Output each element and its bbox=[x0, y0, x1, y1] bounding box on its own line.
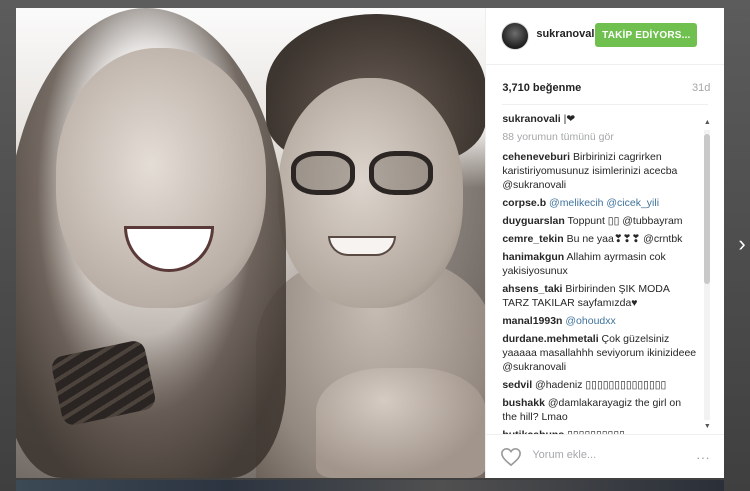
list-item: manal1993n @ohoudxx bbox=[502, 314, 698, 328]
scroll-down-icon[interactable]: ▼ bbox=[702, 422, 712, 432]
likes-row: 3,710 beğenme 31d bbox=[486, 78, 724, 98]
post-header: sukranovali TAKİP EDİYORS... bbox=[486, 8, 725, 65]
view-all-comments[interactable]: 88 yorumun tümünü gör bbox=[502, 130, 698, 144]
background-strip bbox=[16, 480, 724, 491]
comment-text[interactable]: @ohoudxx bbox=[565, 315, 615, 327]
comment-user[interactable]: durdane.mehmetali bbox=[502, 333, 598, 345]
list-item: durdane.mehmetali Çok güzelsiniz yaaaaa … bbox=[502, 332, 698, 374]
heart-icon[interactable] bbox=[500, 447, 522, 467]
scroll-up-icon[interactable]: ▲ bbox=[702, 118, 712, 128]
caption-user[interactable]: sukranovali bbox=[502, 113, 560, 125]
comment-user[interactable]: sedvil bbox=[502, 379, 532, 391]
comment-text: @hadeniz ▯▯▯▯▯▯▯▯▯▯▯▯▯▯ bbox=[535, 379, 667, 391]
comment-text: Bu ne yaa❣❣❣ @crntbk bbox=[566, 233, 683, 245]
comment-user[interactable]: bushakk bbox=[502, 397, 545, 409]
username[interactable]: sukranovali bbox=[536, 28, 597, 40]
likes-count[interactable]: 3,710 beğenme bbox=[502, 82, 581, 94]
comments-list[interactable]: sukranovali |❤ 88 yorumun tümünü gör ceh… bbox=[502, 112, 698, 434]
post-photo[interactable] bbox=[16, 8, 486, 478]
comment-input[interactable]: Yorum ekle... bbox=[532, 449, 596, 461]
photo-glasses bbox=[291, 151, 441, 197]
list-item: hanimakgun Allahim ayrmasin cok yakisiyo… bbox=[502, 250, 698, 278]
photo-smile-right bbox=[328, 236, 396, 256]
scroll-thumb[interactable] bbox=[704, 134, 711, 284]
comment-user[interactable]: cemre_tekin bbox=[502, 233, 563, 245]
caption: sukranovali |❤ bbox=[502, 112, 698, 126]
list-item: sedvil @hadeniz ▯▯▯▯▯▯▯▯▯▯▯▯▯▯ bbox=[502, 378, 698, 392]
chevron-right-icon[interactable]: › bbox=[734, 230, 750, 258]
follow-button[interactable]: TAKİP EDİYORS... bbox=[595, 23, 698, 47]
divider bbox=[502, 104, 709, 105]
comment-user[interactable]: ahsens_taki bbox=[502, 283, 562, 295]
list-item: duyguarslan Toppunt ▯▯ @tubbayram bbox=[502, 214, 698, 228]
list-item: ahsens_taki Birbirinden ŞIK MODA TARZ TA… bbox=[502, 282, 698, 310]
list-item: ceheneveburi Birbirinizi cagrirken karis… bbox=[502, 150, 698, 192]
list-item: bushakk @damlakarayagiz the girl on the … bbox=[502, 396, 698, 424]
comment-text: Toppunt ▯▯ @tubbayram bbox=[567, 215, 683, 227]
comment-user[interactable]: ceheneveburi bbox=[502, 151, 570, 163]
comments-scrollbar[interactable]: ▲ ▼ bbox=[702, 118, 712, 432]
avatar[interactable] bbox=[501, 22, 530, 50]
post-age[interactable]: 31d bbox=[692, 82, 710, 94]
more-options-icon[interactable]: ... bbox=[697, 447, 711, 462]
list-item: cemre_tekin Bu ne yaa❣❣❣ @crntbk bbox=[502, 232, 698, 246]
comment-user[interactable]: hanimakgun bbox=[502, 251, 564, 263]
comment-user[interactable]: duyguarslan bbox=[502, 215, 564, 227]
comment-bar: Yorum ekle... ... bbox=[486, 434, 725, 479]
comment-text[interactable]: @melikecih @cicek_yili bbox=[549, 197, 659, 209]
caption-text: |❤ bbox=[563, 113, 576, 125]
photo-arm bbox=[316, 368, 486, 478]
comment-user[interactable]: manal1993n bbox=[502, 315, 562, 327]
post-sidebar: sukranovali TAKİP EDİYORS... 3,710 beğen… bbox=[485, 8, 725, 479]
comment-user[interactable]: corpse.b bbox=[502, 197, 546, 209]
list-item: corpse.b @melikecih @cicek_yili bbox=[502, 196, 698, 210]
post-modal: sukranovali TAKİP EDİYORS... 3,710 beğen… bbox=[16, 8, 725, 479]
